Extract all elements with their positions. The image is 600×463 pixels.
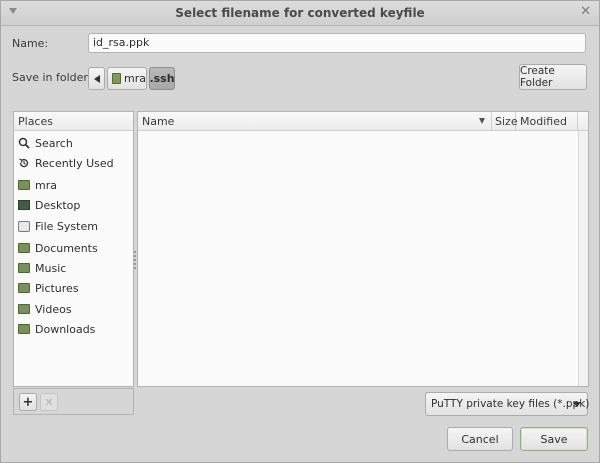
place-label: Desktop: [35, 198, 81, 212]
place-search[interactable]: Search: [18, 134, 73, 152]
column-modified-header[interactable]: Modified: [516, 112, 578, 131]
save-button[interactable]: Save: [520, 427, 588, 451]
breadcrumb-ssh[interactable]: .ssh: [149, 67, 175, 90]
folder-icon: [18, 242, 30, 254]
folder-icon: [18, 323, 30, 335]
add-bookmark-button[interactable]: +: [19, 393, 37, 411]
folder-icon: [18, 282, 30, 294]
search-icon: [18, 137, 30, 149]
place-documents[interactable]: Documents: [18, 239, 98, 257]
place-label: Documents: [35, 241, 98, 255]
save-in-folder-label: Save in folder:: [12, 71, 92, 84]
folder-icon: [18, 303, 30, 315]
file-chooser-dialog: Select filename for converted keyfile ✕ …: [0, 0, 600, 463]
create-folder-button[interactable]: Create Folder: [519, 64, 587, 90]
cancel-button[interactable]: Cancel: [447, 427, 513, 451]
place-mra[interactable]: mra: [18, 176, 57, 194]
title-bar: Select filename for converted keyfile ✕: [1, 1, 599, 26]
place-recently-used[interactable]: Recently Used: [18, 154, 114, 172]
place-label: File System: [35, 219, 98, 233]
place-file-system[interactable]: File System: [18, 217, 98, 235]
places-toolbar: + ✕: [13, 388, 134, 415]
place-downloads[interactable]: Downloads: [18, 320, 95, 338]
place-label: Pictures: [35, 281, 79, 295]
place-desktop[interactable]: Desktop: [18, 196, 80, 214]
dialog-title: Select filename for converted keyfile: [175, 6, 425, 20]
pathbar-back-button[interactable]: [88, 67, 105, 90]
triangle-left-icon: [93, 74, 100, 83]
place-label: Music: [35, 261, 67, 275]
name-label: Name:: [12, 37, 49, 50]
column-size-header[interactable]: Size: [492, 112, 518, 131]
file-list-header: Name Size Modified: [138, 112, 588, 131]
file-type-filter-select[interactable]: PuTTY private key files (*.ppk): [425, 392, 590, 416]
breadcrumb-mra[interactable]: mra: [107, 67, 147, 90]
place-label: Videos: [35, 302, 72, 316]
place-pictures[interactable]: Pictures: [18, 279, 79, 297]
places-header: Places: [14, 112, 133, 131]
drive-icon: [18, 220, 30, 232]
places-sidebar: Places Search Recently Used mra Desktop …: [13, 111, 134, 387]
folder-icon: [18, 262, 30, 274]
remove-bookmark-button: ✕: [40, 393, 58, 411]
file-list[interactable]: Name Size Modified: [137, 111, 589, 387]
place-label: Recently Used: [35, 156, 114, 170]
chevron-down-icon: [573, 402, 581, 407]
filename-input[interactable]: id_rsa.ppk: [88, 33, 586, 53]
home-folder-icon: [18, 179, 30, 191]
desktop-icon: [18, 199, 30, 211]
sort-descending-icon: [479, 118, 485, 124]
place-label: Search: [35, 136, 73, 150]
column-label: Name: [142, 115, 175, 128]
place-label: mra: [35, 178, 57, 192]
home-folder-icon: [112, 73, 122, 84]
place-videos[interactable]: Videos: [18, 300, 72, 318]
filter-selected-label: PuTTY private key files (*.ppk): [431, 398, 590, 410]
vertical-scrollbar[interactable]: [578, 131, 588, 386]
column-name-header[interactable]: Name: [138, 112, 492, 131]
recent-icon: [18, 157, 30, 169]
place-label: Downloads: [35, 322, 96, 336]
place-music[interactable]: Music: [18, 259, 66, 277]
close-icon[interactable]: ✕: [580, 4, 591, 20]
breadcrumb-label: mra: [124, 72, 146, 85]
